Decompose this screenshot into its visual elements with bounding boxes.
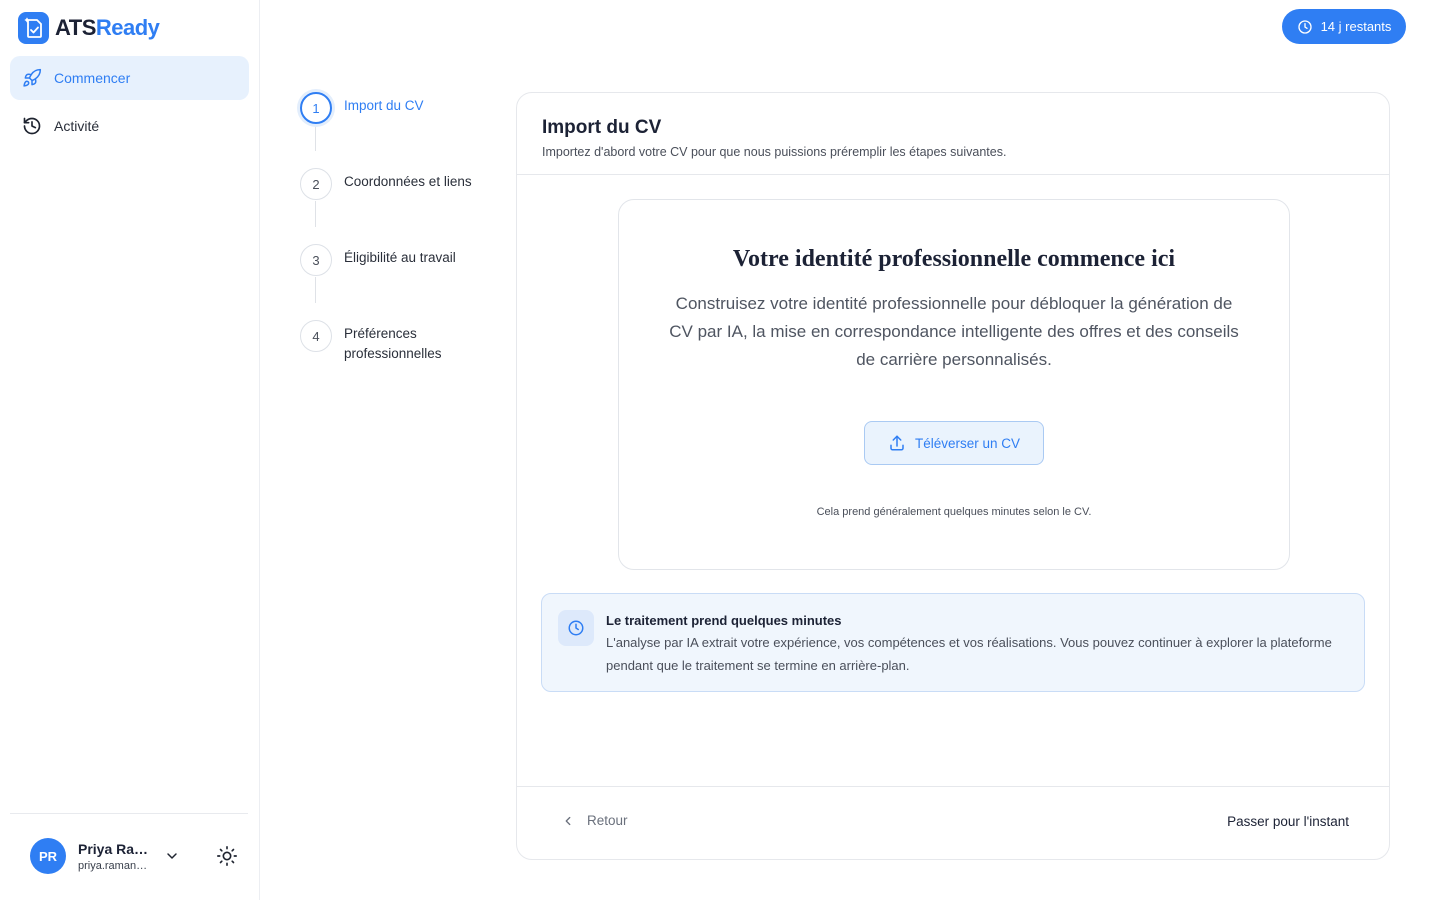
step-connector	[315, 201, 316, 227]
step-label: Préférences professionnelles	[344, 326, 442, 361]
step-number: 2	[300, 168, 332, 200]
upload-heading: Votre identité professionnelle commence …	[732, 246, 1176, 272]
upload-section: Votre identité professionnelle commence …	[618, 199, 1290, 570]
upload-button-label: Téléverser un CV	[914, 435, 1021, 451]
info-text: L'analyse par IA extrait votre expérienc…	[606, 635, 1332, 673]
sidebar-item-activite[interactable]: Activité	[10, 104, 249, 148]
step-label: Éligibilité au travail	[344, 250, 456, 265]
sidebar: ATSReady Commencer Activité PR Priya Ram…	[0, 0, 260, 900]
sidebar-divider	[10, 813, 248, 814]
upload-icon	[890, 435, 904, 451]
step-connector	[315, 277, 316, 303]
step-connector	[315, 125, 316, 151]
header-divider	[517, 174, 1389, 175]
skip-button[interactable]: Passer pour l'instant	[1227, 814, 1349, 829]
logo-text-part1: ATS	[55, 15, 96, 40]
info-icon-container	[558, 610, 594, 646]
step-number: 1	[300, 92, 332, 124]
rocket-icon	[23, 68, 42, 87]
user-info: Priya Ram... priya.raman@...	[78, 841, 156, 872]
info-title: Le traitement prend quelques minutes	[606, 613, 842, 628]
user-email: priya.raman@...	[78, 859, 156, 872]
chevron-left-icon	[565, 816, 571, 825]
logo-mark-icon	[18, 12, 49, 44]
back-button[interactable]: Retour	[561, 813, 628, 828]
clock-icon	[1297, 19, 1312, 34]
import-cv-card: Import du CV Importez d'abord votre CV p…	[516, 92, 1390, 860]
upload-description: Construisez votre identité professionnel…	[669, 294, 1239, 369]
logo-text: ATSReady	[55, 15, 160, 41]
avatar: PR	[30, 838, 66, 874]
page-title: Import du CV	[542, 117, 662, 138]
trial-days-label: 14 j restants	[1320, 19, 1392, 34]
user-name: Priya Ram...	[78, 840, 156, 857]
clock-icon	[568, 620, 584, 636]
step-coordonnees[interactable]: 2 Coordonnées et liens	[300, 168, 494, 200]
page-subtitle: Importez d'abord votre CV pour que nous …	[542, 145, 1007, 159]
user-menu[interactable]: PR Priya Ram... priya.raman@...	[30, 838, 177, 874]
step-number: 3	[300, 244, 332, 276]
trial-days-badge[interactable]: 14 j restants	[1282, 9, 1406, 44]
step-label: Import du CV	[344, 98, 424, 113]
sidebar-item-label: Activité	[54, 118, 100, 134]
upload-cv-button[interactable]: Téléverser un CV	[864, 421, 1044, 465]
step-label: Coordonnées et liens	[344, 174, 472, 189]
step-eligibilite[interactable]: 3 Éligibilité au travail	[300, 244, 494, 276]
logo-text-part2: Ready	[95, 15, 160, 40]
sidebar-item-commencer[interactable]: Commencer	[10, 56, 249, 100]
step-preferences[interactable]: 4 Préférences professionnelles	[300, 320, 474, 364]
step-number: 4	[300, 320, 332, 352]
processing-info-box: Le traitement prend quelques minutes L'a…	[541, 593, 1365, 692]
sidebar-item-label: Commencer	[54, 70, 131, 86]
step-import-cv[interactable]: 1 Import du CV	[300, 92, 494, 124]
chevron-down-icon[interactable]	[164, 848, 180, 864]
sun-icon[interactable]	[216, 845, 238, 867]
upload-note: Cela prend généralement quelques minutes…	[816, 506, 1092, 518]
history-icon	[23, 117, 41, 135]
footer-divider	[517, 786, 1389, 787]
app-logo[interactable]: ATSReady	[18, 12, 160, 44]
back-button-label: Retour	[587, 813, 628, 828]
